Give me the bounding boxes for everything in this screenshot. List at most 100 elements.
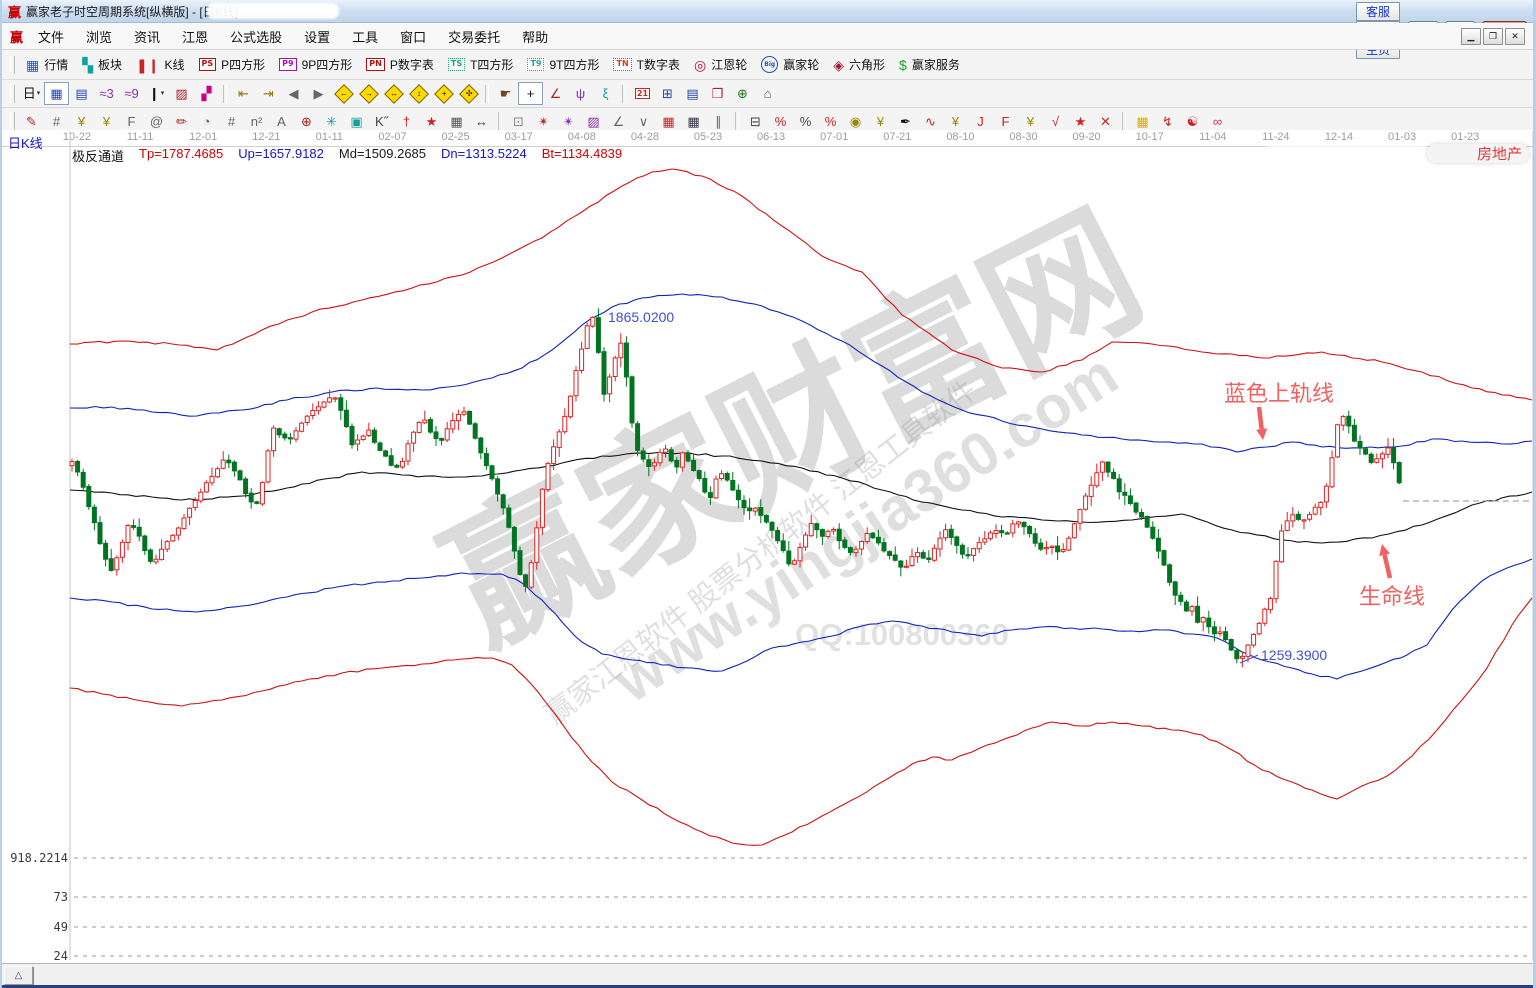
wave-9-button[interactable]: ≈9 — [119, 82, 144, 105]
menu-item[interactable]: 设置 — [293, 23, 341, 49]
wave-tool-button[interactable]: ξ — [593, 82, 618, 105]
menu-item[interactable]: 交易委托 — [437, 23, 511, 49]
menu-item[interactable]: 浏览 — [75, 23, 123, 49]
kline-chart-canvas[interactable]: 赢家财富网www.yingjia360.com赢家江恩软件 股票分析软件 江恩工… — [2, 130, 1533, 988]
pan-right-button[interactable]: → — [356, 82, 381, 105]
toolbar-item-t-square[interactable]: TST四方形 — [441, 53, 521, 77]
god-grid-icon: † — [403, 115, 410, 128]
wave-3-button[interactable]: ≈3 — [94, 82, 119, 105]
taiji-icon: ☯ — [1187, 115, 1199, 128]
map-view-button[interactable]: ▨ — [169, 82, 194, 105]
k-mark-icon: K˝ — [375, 115, 388, 128]
angle-measure-button[interactable]: ∠ — [543, 82, 568, 105]
expand-horizontal-button[interactable]: ↔ — [381, 82, 406, 105]
zoom-out-all-icon: ✣ — [459, 84, 479, 104]
expand-vertical-button[interactable]: ↕ — [406, 82, 431, 105]
hand-tool-button[interactable]: ☛ — [493, 82, 518, 105]
kline-period-dropdown-button[interactable]: 日▾ — [19, 82, 44, 105]
next-bar-button[interactable]: ▶ — [306, 82, 331, 105]
first-bar-button[interactable]: ⇤ — [231, 82, 256, 105]
n-square-icon: n² — [251, 115, 263, 128]
toolbar-item-sector-blocks[interactable]: ▚板块 — [75, 53, 129, 77]
status-bar: △ — [2, 963, 1533, 988]
last-bar-button[interactable]: ⇥ — [256, 82, 281, 105]
title-bar: 赢 赢家老子时空周期系统[纵横版] - [ 日K线] 客服论坛主页 — ❐ ✕ — [2, 0, 1533, 23]
toolbar-item-winner-wheel[interactable]: Big赢家轮 — [754, 53, 826, 77]
map-view-icon: ▨ — [175, 87, 187, 100]
calendar-button[interactable]: 21 — [630, 82, 655, 105]
zigzag-line-icon: ↯ — [1162, 115, 1173, 128]
indicator-value: Bt=1134.4839 — [542, 146, 622, 165]
zoom-in-all-button[interactable]: + — [431, 82, 456, 105]
candle-type-dropdown-button[interactable]: ❙▾ — [144, 82, 169, 105]
calculator-button[interactable]: ⊞ — [655, 82, 680, 105]
sector-badge[interactable]: 房地产 — [1427, 144, 1529, 163]
menu-item[interactable]: 工具 — [341, 23, 389, 49]
toolbar-grip[interactable] — [10, 56, 15, 74]
mdi-close-button[interactable]: ✕ — [1505, 28, 1525, 45]
time-clock-icon: ◔ — [203, 115, 211, 128]
info-list-button[interactable]: ▤ — [69, 82, 94, 105]
menu-item[interactable]: 江恩 — [171, 23, 219, 49]
crosshair-tool-button[interactable]: + — [518, 82, 543, 105]
parallel-lines-icon: ∥ — [715, 115, 722, 128]
gold-rect-icon: ¥ — [952, 115, 959, 128]
menu-item[interactable]: 窗口 — [389, 23, 437, 49]
menu-item[interactable]: 资讯 — [123, 23, 171, 49]
life-line-annotation: 生命线 — [1359, 584, 1425, 609]
web-data-button[interactable]: ⊕ — [730, 82, 755, 105]
notepad-button[interactable]: ▤ — [680, 82, 705, 105]
title-redaction-blur — [207, 3, 339, 19]
indicator-expand-button[interactable]: △ — [4, 966, 33, 985]
toolbar-item-winner-service[interactable]: $赢家服务 — [892, 53, 967, 77]
t-square-icon: TS — [448, 58, 465, 71]
box-select-icon: ⊡ — [513, 115, 524, 128]
sector-label: 房地产 — [1477, 143, 1522, 164]
remote-service-button[interactable]: ⌂ — [755, 82, 780, 105]
fan-lines-red-icon: ✴ — [538, 115, 549, 128]
toolbar-item-p-number-table[interactable]: PNP数字表 — [359, 53, 441, 77]
toolbar-item-kline-chart[interactable]: ❚❙K线 — [129, 53, 191, 77]
expand-horizontal-icon: ↔ — [384, 84, 404, 104]
sector-blocks-icon: ▚ — [82, 58, 93, 72]
upper-band-annotation: 蓝色上轨线 — [1224, 381, 1334, 406]
toolbar-item-9t-square[interactable]: T99T四方形 — [520, 53, 606, 77]
zoom-out-all-button[interactable]: ✣ — [456, 82, 481, 105]
zoom-in-all-icon: + — [434, 84, 454, 104]
toolbar-item-t-number-table[interactable]: TNT数字表 — [606, 53, 687, 77]
pan-mode-button[interactable]: ▦ — [44, 82, 69, 105]
percent-list-icon: ⊟ — [750, 115, 761, 128]
9t-square-icon: T9 — [527, 58, 544, 71]
service-button[interactable]: 客服 — [1356, 2, 1400, 21]
toolbar-item-p-square[interactable]: PSP四方形 — [192, 53, 273, 77]
percent-retrace-icon: % — [775, 115, 787, 128]
prev-bar-button[interactable]: ◀ — [281, 82, 306, 105]
menu-item[interactable]: 公式选股 — [219, 23, 293, 49]
menu-item[interactable]: 帮助 — [511, 23, 559, 49]
wave-v-icon: ∨ — [639, 115, 649, 128]
mdi-minimize-button[interactable]: ▁ — [1461, 28, 1481, 45]
crosshair-tool-icon: + — [527, 87, 535, 100]
pan-left-button[interactable]: ← — [331, 82, 356, 105]
toolbar-item-market-quotes[interactable]: ▦行情 — [19, 53, 75, 77]
pan-left-icon: ← — [334, 84, 354, 104]
expand-vertical-icon: ↕ — [409, 84, 429, 104]
peak-price-label: 1865.0200 — [608, 309, 674, 325]
menu-logo-icon: 赢 — [10, 27, 23, 46]
app-logo-icon: 赢 — [8, 2, 21, 21]
toolbar-item-hexagon[interactable]: ◈六角形 — [826, 53, 892, 77]
mdi-restore-button[interactable]: ❐ — [1483, 28, 1503, 45]
app-window: 赢 赢家老子时空周期系统[纵横版] - [ 日K线] 客服论坛主页 — ❐ ✕ … — [0, 0, 1536, 988]
toolbar-item-gann-wheel[interactable]: ◎江恩轮 — [687, 53, 754, 77]
toolbar-item-9p-square[interactable]: P99P四方形 — [272, 53, 359, 77]
save-button[interactable]: ❒ — [705, 82, 730, 105]
menu-item[interactable]: 文件 — [27, 23, 75, 49]
toolbar-grip[interactable] — [10, 85, 15, 103]
candle-type-dropdown-icon: ❙ — [149, 87, 160, 100]
web-data-icon: ⊕ — [737, 87, 748, 100]
toolbar-grip[interactable] — [10, 112, 15, 130]
toolbar-separator — [223, 85, 227, 103]
sub-axis-label: 73 — [54, 890, 68, 904]
volume-profile-button[interactable]: ▞ — [194, 82, 219, 105]
gann-tool-button[interactable]: ψ — [568, 82, 593, 105]
